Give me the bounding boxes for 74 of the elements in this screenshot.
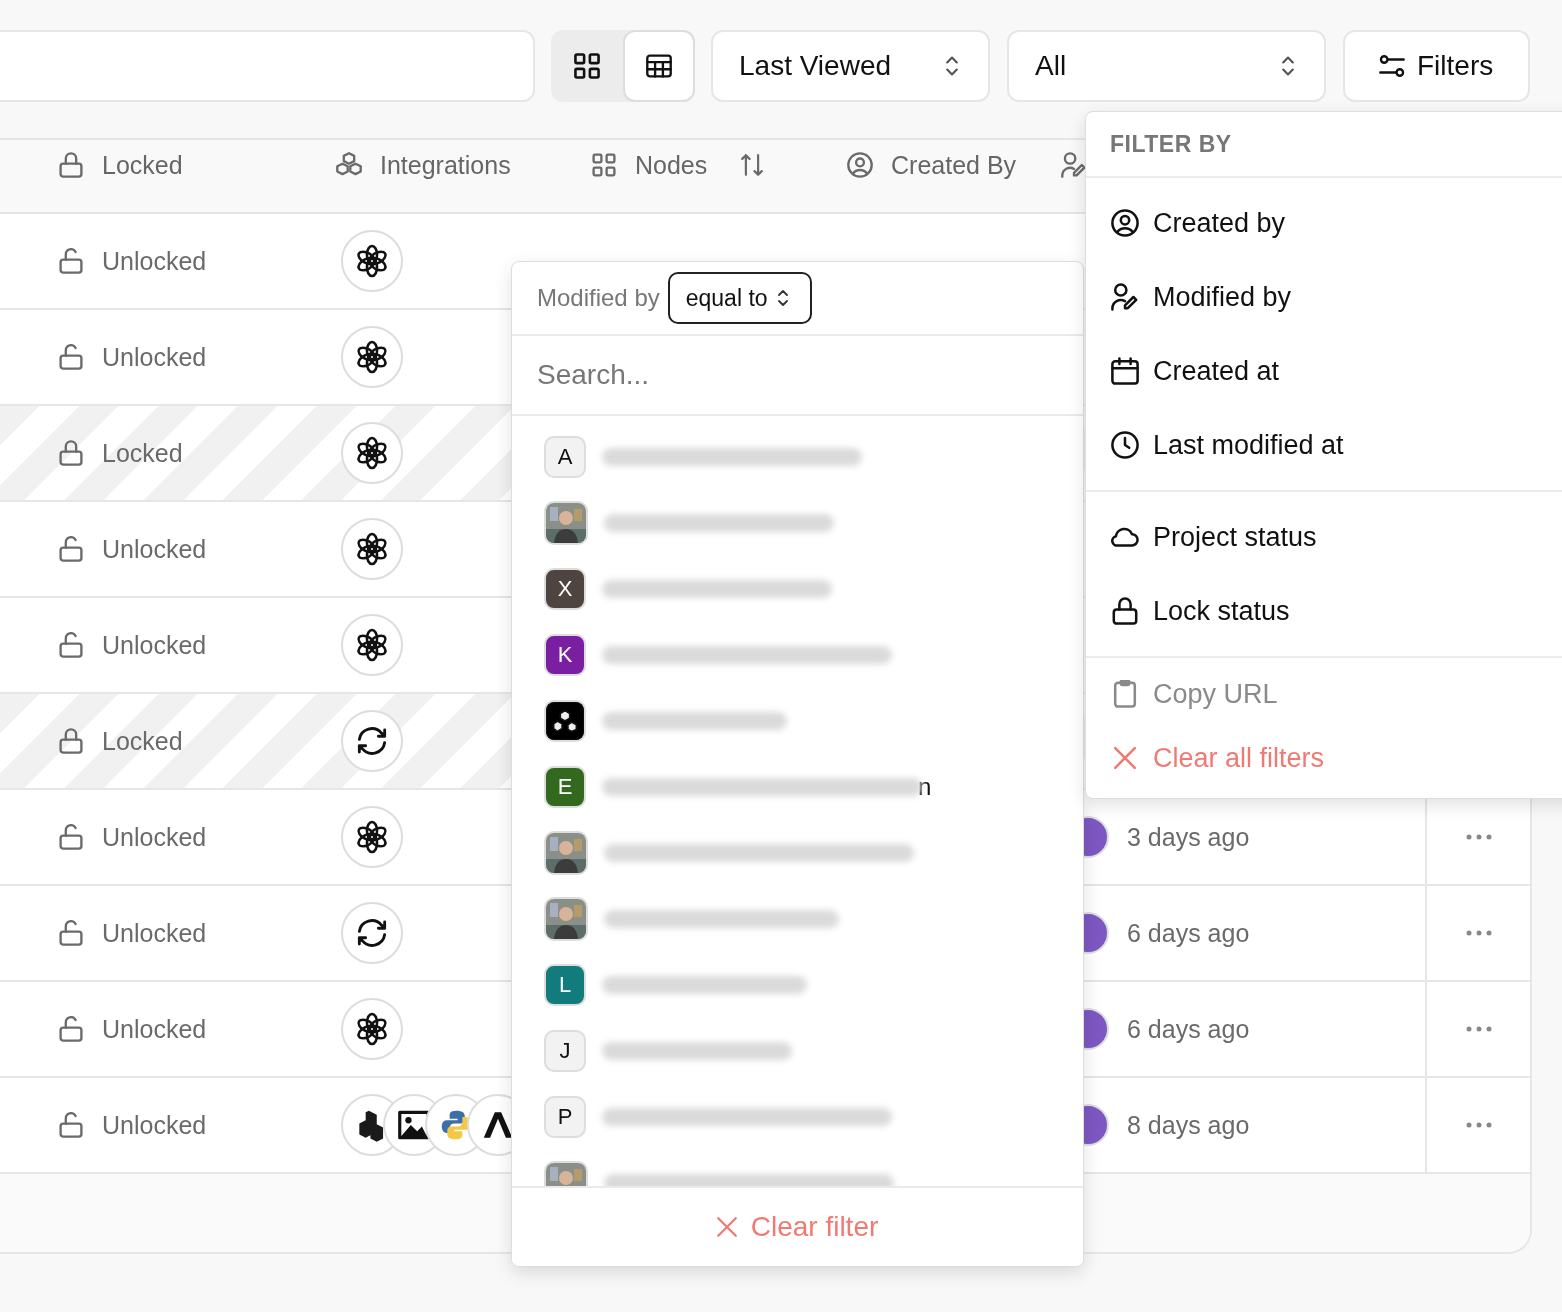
grid-icon [591, 152, 617, 179]
user-avatar: K [544, 634, 586, 676]
knot-logo-icon [341, 422, 403, 484]
lock-status: Unlocked [102, 342, 207, 372]
chevrons-icon [1282, 56, 1294, 76]
user-circle-icon [1111, 209, 1139, 237]
search-field[interactable] [0, 30, 535, 102]
lock-status: Unlocked [102, 246, 207, 276]
column-header[interactable]: Locked [102, 150, 183, 180]
sync-icon [341, 710, 403, 772]
modified-time: 6 days ago [1127, 1014, 1250, 1044]
column-header[interactable]: Integrations [380, 150, 511, 180]
menu-item[interactable]: Project status [1086, 500, 1562, 574]
modified-time: 3 days ago [1127, 822, 1250, 852]
cubes-logo-icon [544, 700, 586, 742]
lock-status: Unlocked [102, 630, 207, 660]
user-avatar: L [544, 964, 586, 1006]
user-option[interactable]: X [512, 556, 1083, 622]
user-circle-icon [847, 152, 873, 179]
user-avatar: P [544, 1096, 586, 1138]
menu-heading: FILTER BY [1086, 112, 1562, 178]
operator-select[interactable]: equal to [667, 272, 812, 324]
calendar-icon [1111, 357, 1139, 385]
lock-status: Unlocked [102, 918, 207, 948]
more-icon[interactable] [1465, 930, 1492, 936]
lock-icon [58, 152, 84, 179]
user-option[interactable]: E n [512, 754, 1083, 820]
user-option[interactable]: K [512, 622, 1083, 688]
scope-select[interactable]: All [1007, 30, 1326, 102]
close-icon [1111, 744, 1139, 772]
option-text: n [918, 773, 932, 801]
lock-status: Unlocked [102, 822, 207, 852]
lock-status: Unlocked [102, 1014, 207, 1044]
user-pen-icon [1061, 152, 1087, 179]
lock-status: Unlocked [102, 534, 207, 564]
table-icon [646, 53, 672, 79]
user-avatar: A [544, 436, 586, 478]
menu-item[interactable]: Created by [1086, 186, 1562, 260]
user-avatar: X [544, 568, 586, 610]
sort-icon[interactable] [741, 154, 764, 177]
clipboard-icon [1111, 680, 1139, 708]
modified-time: 8 days ago [1127, 1110, 1250, 1140]
menu-item[interactable]: Modified by [1086, 260, 1562, 334]
sort-select[interactable]: Last Viewed [711, 30, 990, 102]
user-option[interactable]: J [512, 1018, 1083, 1084]
table-view-button[interactable] [623, 30, 695, 102]
column-header[interactable]: Nodes [635, 150, 708, 180]
column-header[interactable]: Created By [891, 150, 1017, 180]
chevrons-icon [777, 290, 788, 306]
user-option[interactable]: L [512, 952, 1083, 1018]
user-avatar: J [544, 1030, 586, 1072]
clock-icon [1111, 431, 1139, 459]
chevrons-icon [946, 56, 958, 76]
menu-item[interactable]: Created at [1086, 334, 1562, 408]
lock-icon [1111, 597, 1139, 625]
lock-status: Locked [102, 726, 183, 756]
modified-time: 6 days ago [1127, 918, 1250, 948]
menu-item[interactable]: Last modified at [1086, 408, 1562, 482]
search-field[interactable]: Search... [512, 336, 1083, 416]
user-avatar: E [544, 766, 586, 808]
grid-icon [574, 53, 600, 79]
filter-field-label: Modified by [537, 284, 660, 312]
more-icon[interactable] [1465, 1122, 1492, 1128]
close-icon [716, 1217, 737, 1237]
sliders-icon [1379, 53, 1405, 79]
user-option[interactable]: A [512, 424, 1083, 490]
lock-status: Unlocked [102, 1110, 207, 1140]
more-icon[interactable] [1465, 834, 1492, 840]
filters-button[interactable]: Filters [1343, 30, 1530, 102]
more-icon[interactable] [1465, 1026, 1492, 1032]
user-pen-icon [1111, 283, 1139, 311]
lock-status: Locked [102, 438, 183, 468]
user-option[interactable]: P [512, 1084, 1083, 1150]
menu-item[interactable]: Lock status [1086, 574, 1562, 648]
